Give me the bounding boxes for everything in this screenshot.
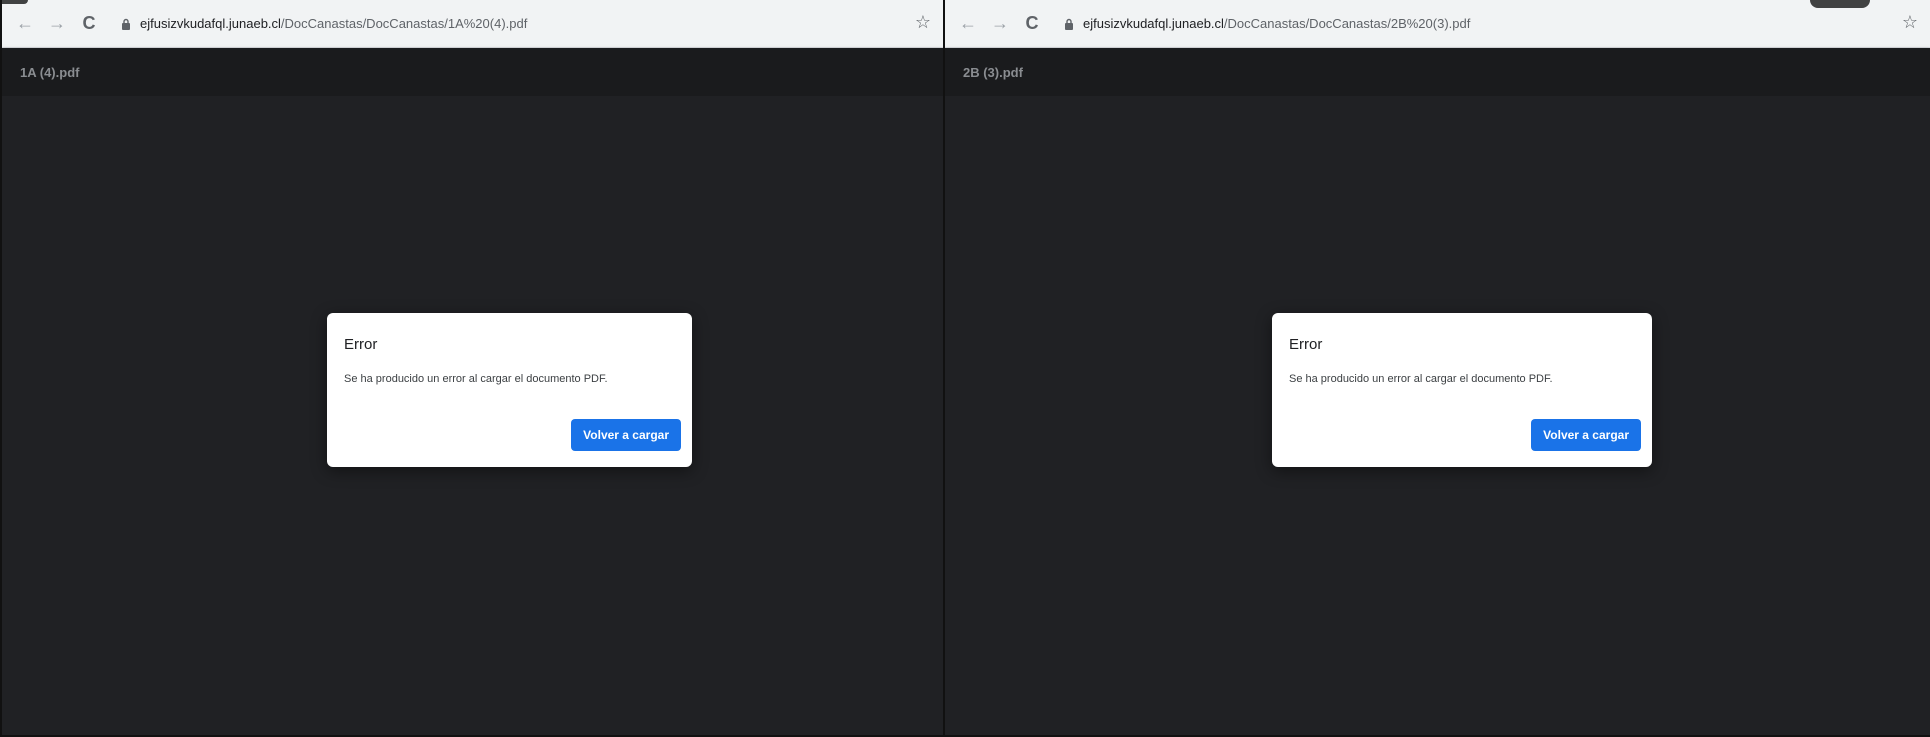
left-browser-window: ← → C ejfusizvkudafql.junaeb.cl/DocCanas…	[2, 0, 943, 735]
dialog-message: Se ha producido un error al cargar el do…	[344, 373, 608, 385]
left-error-dialog: Error Se ha producido un error al cargar…	[327, 313, 692, 467]
bookmark-star-icon[interactable]: ☆	[1902, 12, 1918, 33]
back-icon[interactable]: ←	[12, 11, 38, 37]
reload-pdf-button[interactable]: Volver a cargar	[1531, 419, 1641, 451]
dialog-message: Se ha producido un error al cargar el do…	[1289, 373, 1553, 385]
left-corner-smudge	[2, 0, 28, 4]
left-url-field[interactable]: ejfusizvkudafql.junaeb.cl/DocCanastas/Do…	[140, 16, 527, 31]
bookmark-star-icon[interactable]: ☆	[915, 12, 931, 33]
url-host: ejfusizvkudafql.junaeb.cl	[1083, 16, 1224, 31]
left-address-bar: ← → C ejfusizvkudafql.junaeb.cl/DocCanas…	[2, 0, 943, 48]
reload-pdf-button[interactable]: Volver a cargar	[571, 419, 681, 451]
right-nav-buttons: ← → C	[955, 11, 1045, 37]
right-pdf-toolbar: 2B (3).pdf	[945, 48, 1930, 96]
left-pdf-toolbar: 1A (4).pdf	[2, 48, 943, 96]
right-corner-smudge	[1810, 0, 1870, 8]
dialog-title: Error	[1289, 336, 1323, 353]
right-error-dialog: Error Se ha producido un error al cargar…	[1272, 313, 1652, 467]
right-browser-window: ← → C ejfusizvkudafql.junaeb.cl/DocCanas…	[945, 0, 1930, 735]
reload-icon[interactable]: C	[1019, 11, 1045, 37]
right-url-field[interactable]: ejfusizvkudafql.junaeb.cl/DocCanastas/Do…	[1083, 16, 1470, 31]
dialog-title: Error	[344, 336, 378, 353]
forward-icon[interactable]: →	[44, 11, 70, 37]
url-path: /DocCanastas/DocCanastas/1A%20(4).pdf	[280, 16, 528, 31]
reload-icon[interactable]: C	[76, 11, 102, 37]
back-icon[interactable]: ←	[955, 11, 981, 37]
lock-icon[interactable]	[1063, 17, 1075, 31]
right-address-bar: ← → C ejfusizvkudafql.junaeb.cl/DocCanas…	[945, 0, 1930, 48]
lock-icon[interactable]	[120, 17, 132, 31]
url-path: /DocCanastas/DocCanastas/2B%20(3).pdf	[1223, 16, 1471, 31]
forward-icon[interactable]: →	[987, 11, 1013, 37]
pdf-title: 1A (4).pdf	[20, 64, 80, 80]
url-host: ejfusizvkudafql.junaeb.cl	[140, 16, 281, 31]
pdf-title: 2B (3).pdf	[963, 64, 1023, 80]
left-nav-buttons: ← → C	[12, 11, 102, 37]
